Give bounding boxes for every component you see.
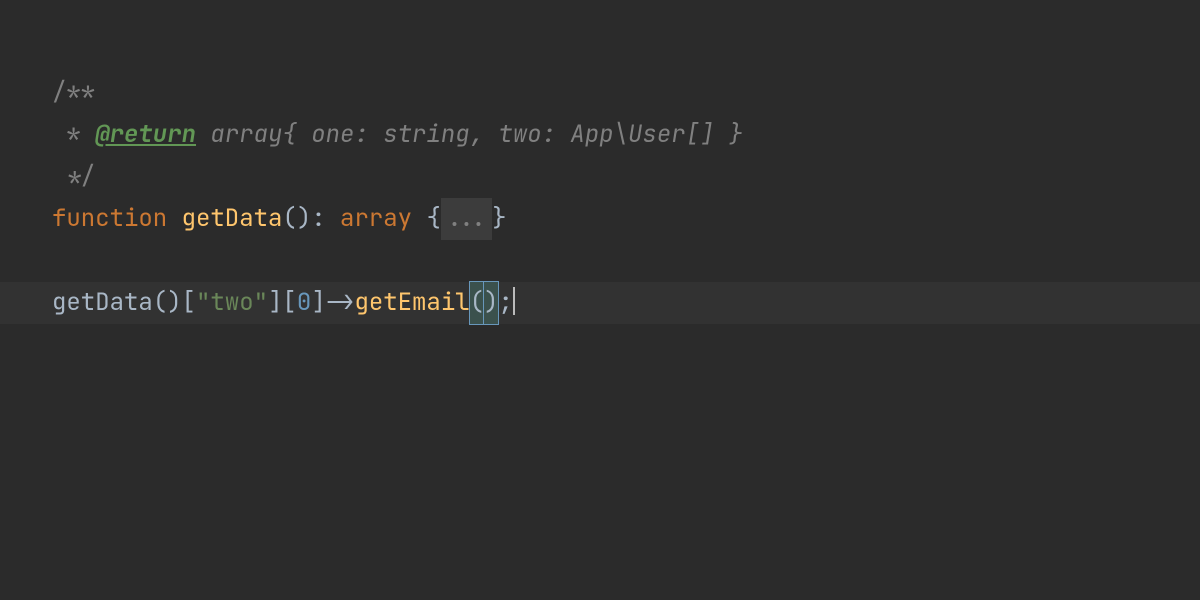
return-tag: @return bbox=[95, 114, 196, 156]
brace-close: } bbox=[492, 198, 506, 240]
code-line[interactable]: */ bbox=[0, 156, 1200, 198]
code-editor[interactable]: /** * @return array{ one: string, two: A… bbox=[0, 0, 1200, 600]
return-type: array bbox=[340, 198, 412, 240]
colon: : bbox=[311, 198, 340, 240]
docblock-type: array{ one: string, two: App\User[] } bbox=[196, 114, 743, 156]
text-cursor bbox=[513, 287, 515, 315]
string-literal: "two" bbox=[196, 282, 268, 324]
function-call: getData bbox=[52, 282, 153, 324]
parens: () bbox=[282, 198, 311, 240]
code-line-active[interactable]: getData()["two"][0]->getEmail(); bbox=[0, 282, 1200, 324]
docblock-prefix: * bbox=[52, 114, 95, 156]
matched-paren-close: ) bbox=[484, 282, 498, 324]
punct: ][ bbox=[268, 282, 297, 324]
matched-paren-open: ( bbox=[470, 282, 484, 324]
code-line[interactable]: /** bbox=[0, 72, 1200, 114]
function-keyword: function bbox=[52, 198, 167, 240]
code-line[interactable]: function getData(): array {...} bbox=[0, 198, 1200, 240]
method-call: getEmail bbox=[354, 282, 469, 324]
punct: ]-> bbox=[311, 282, 354, 324]
code-line[interactable]: * @return array{ one: string, two: App\U… bbox=[0, 114, 1200, 156]
code-fold-placeholder[interactable]: ... bbox=[441, 198, 492, 240]
space bbox=[167, 198, 181, 240]
docblock-open: /** bbox=[52, 72, 95, 114]
number-literal: 0 bbox=[297, 282, 311, 324]
docblock-close: */ bbox=[52, 156, 95, 198]
function-name: getData bbox=[182, 198, 283, 240]
space bbox=[412, 198, 426, 240]
brace-open: { bbox=[426, 198, 440, 240]
punct: ()[ bbox=[153, 282, 196, 324]
semicolon: ; bbox=[498, 282, 512, 324]
blank-line[interactable] bbox=[0, 240, 1200, 282]
